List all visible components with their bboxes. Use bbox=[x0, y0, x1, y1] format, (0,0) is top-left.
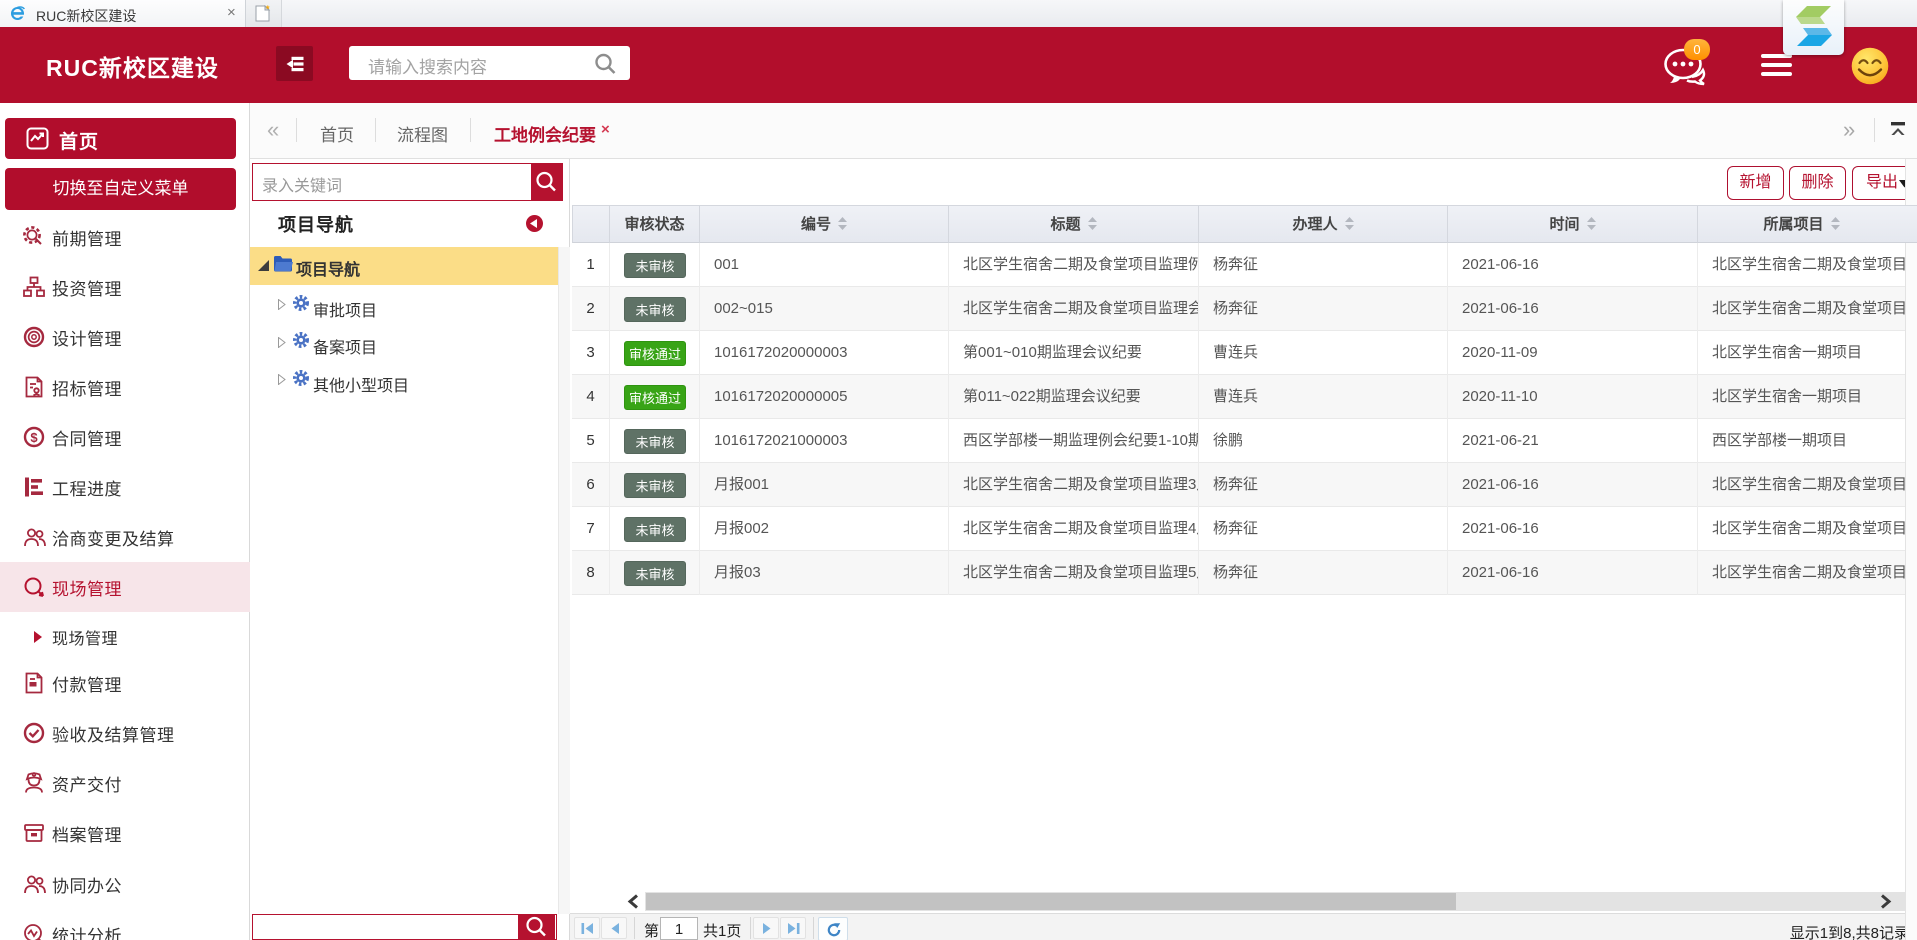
svg-text:$: $ bbox=[30, 430, 38, 445]
svg-text:*: * bbox=[266, 5, 270, 14]
